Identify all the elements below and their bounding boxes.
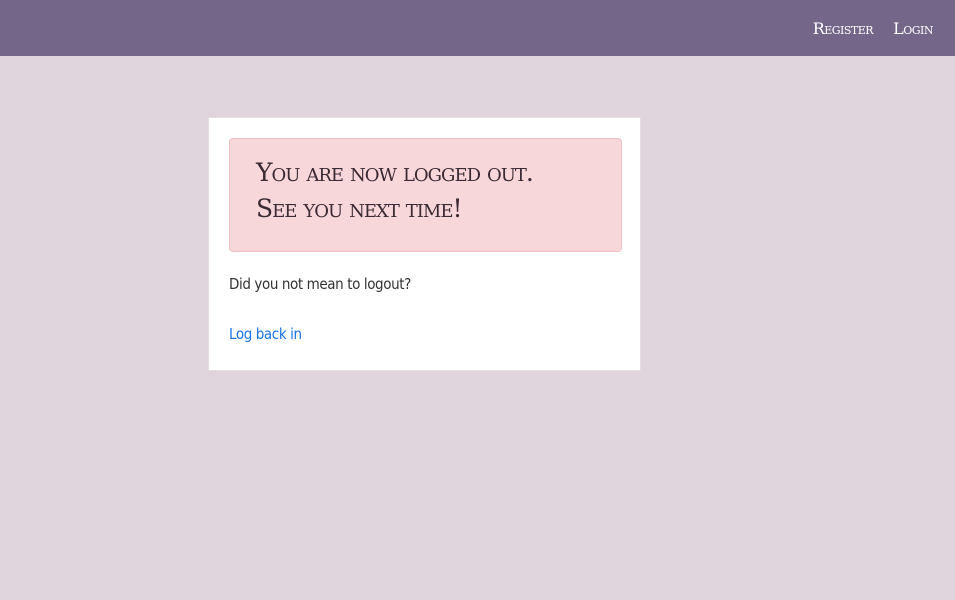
alert-message-line-1: You are now logged out. xyxy=(256,158,534,187)
logout-card: You are now logged out. See you next tim… xyxy=(208,117,641,371)
log-back-in-link[interactable]: Log back in xyxy=(229,325,302,343)
alert-message-line-2: See you next time! xyxy=(256,194,463,223)
nav-register-link[interactable]: Register xyxy=(813,19,874,38)
nav-links: Register Login xyxy=(813,0,934,56)
logout-alert: You are now logged out. See you next tim… xyxy=(229,138,622,252)
top-navbar: Register Login xyxy=(0,0,955,56)
nav-login-link[interactable]: Login xyxy=(893,19,933,38)
logout-question-text: Did you not mean to logout? xyxy=(229,275,411,293)
